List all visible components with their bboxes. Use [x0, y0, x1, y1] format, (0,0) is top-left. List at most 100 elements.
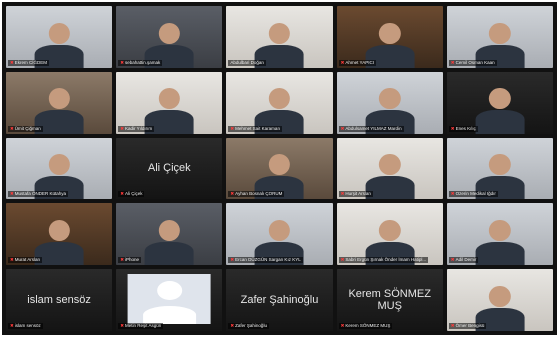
participant-name-text: Enes Kılıç — [455, 125, 476, 131]
participant-name-text: iPhone — [124, 257, 139, 263]
participant-tile[interactable]: ✖ Ayhan Bosnalı ÇORUM — [226, 137, 333, 200]
participant-name-label: ✖ Ekrem CİĞDEM — [8, 59, 50, 66]
participant-name-label: ✖ Ali Çiçek — [118, 191, 145, 198]
microphone-muted-icon: ✖ — [230, 125, 235, 131]
participant-tile[interactable]: islam sensöz ✖ islam sensöz — [6, 269, 113, 331]
participant-tile[interactable]: ✖ Cemil Osman Kaan — [446, 6, 553, 68]
participant-name-text: Sabri Ergün Şırnak Önder İmam Hatipl... — [345, 257, 427, 263]
participant-tile[interactable]: ✖ Adil Demir — [446, 203, 553, 266]
participant-name-display: Ali Çiçek — [147, 162, 191, 175]
participant-video-silhouette — [475, 217, 525, 266]
participant-name-label: ✖ Ahmet YAPICI — [338, 59, 376, 66]
participant-name-label: ✖ Enes Kılıç — [448, 125, 478, 132]
participant-name-text: Abdulbari Doğan — [230, 59, 264, 65]
participant-tile[interactable]: ✖ sebahattin.şamak — [116, 6, 223, 68]
participant-name-label: ✖ Hurşit Arslan — [338, 191, 373, 198]
participant-name-label: ✖ Kadir Yıldırım — [118, 125, 155, 132]
microphone-muted-icon: ✖ — [340, 322, 345, 328]
microphone-muted-icon: ✖ — [10, 125, 14, 131]
participant-name-label: ✖ Cemil Osman Kaan — [448, 59, 497, 66]
participant-name-text: Kadir Yıldırım — [124, 125, 153, 131]
microphone-muted-icon: ✖ — [10, 257, 14, 263]
participant-tile[interactable]: ✖ Sabri Ergün Şırnak Önder İmam Hatipl... — [336, 203, 443, 266]
participant-tile[interactable]: Abdulbari Doğan — [226, 6, 333, 68]
microphone-muted-icon: ✖ — [340, 125, 345, 131]
participant-tile[interactable]: Kerem SÖNMEZ MUŞ ✖ Kerem SÖNMEZ MUŞ — [336, 269, 443, 331]
participant-name-label: ✖ islam sensöz — [8, 322, 43, 329]
microphone-muted-icon: ✖ — [340, 257, 345, 263]
participant-name-label: ✖ Ozerin Medikal Iğdır — [448, 191, 498, 198]
participant-name-text: Ayhan Bosnalı ÇORUM — [235, 191, 283, 197]
participant-name-label: ✖ Mehmet Sait Karaman — [228, 125, 282, 132]
microphone-muted-icon: ✖ — [340, 191, 345, 197]
participant-name-label: ✖ sebahattin.şamak — [118, 59, 163, 66]
participant-name-text: sebahattin.şamak — [124, 59, 161, 65]
participant-tile[interactable]: ✖ Ömer Bengisü — [446, 269, 553, 331]
participant-tile[interactable]: Ali Çiçek ✖ Ali Çiçek — [116, 137, 223, 200]
participant-name-text: Ümit Çiğman — [14, 125, 41, 131]
microphone-muted-icon: ✖ — [450, 59, 455, 65]
microphone-muted-icon: ✖ — [450, 322, 455, 328]
participant-tile[interactable]: ✖ Ümit Çiğman — [6, 71, 113, 134]
participant-name-text: Ömer Bengisü — [455, 322, 485, 328]
microphone-muted-icon: ✖ — [450, 191, 455, 197]
participant-video-silhouette — [475, 85, 525, 134]
participant-name-display: islam sensöz — [27, 294, 91, 307]
participant-name-text: Mustafa ÖNDER Kütahya — [14, 191, 67, 197]
participant-name-text: Hurşit Arslan — [345, 191, 371, 197]
participant-name-text: islam sensöz — [14, 322, 41, 328]
participant-tile[interactable]: ✖ Mustafa ÖNDER Kütahya — [6, 137, 113, 200]
participant-name-label: ✖ Adil Demir — [448, 257, 479, 264]
participant-name-label: ✖ Mustafa ÖNDER Kütahya — [8, 191, 69, 198]
participant-video-silhouette — [144, 217, 194, 266]
video-grid: ✖ Ekrem CİĞDEM ✖ sebahattin.şamak Abdulbari … — [2, 2, 557, 335]
participant-name-label: ✖ Metin Reşit Asgün — [118, 322, 164, 329]
participant-name-text: Cemil Osman Kaan — [455, 59, 495, 65]
microphone-muted-icon: ✖ — [120, 322, 124, 328]
participant-name-text: Murat Arslan — [14, 257, 41, 263]
participant-name-label: ✖ Zafer Şahinoğlu — [228, 322, 269, 329]
participant-name-text: Kerem SÖNMEZ MUŞ — [345, 322, 391, 328]
microphone-muted-icon: ✖ — [450, 257, 455, 263]
participant-name-text: Adil Demir — [455, 257, 477, 263]
participant-tile[interactable]: Zafer Şahinoğlu ✖ Zafer Şahinoğlu — [226, 269, 333, 331]
participant-tile[interactable]: ✖ Ercan DÜZGÜN Sargan Kız KYL — [226, 203, 333, 266]
microphone-muted-icon: ✖ — [10, 59, 14, 65]
participant-name-label: ✖ Abdulsamet YILMAZ Mardin — [338, 125, 404, 132]
microphone-muted-icon: ✖ — [230, 322, 235, 328]
participant-name-display: Kerem SÖNMEZ MUŞ — [348, 288, 431, 313]
participant-tile[interactable]: ✖ iPhone — [116, 203, 223, 266]
participant-name-label: ✖ Ümit Çiğman — [8, 125, 43, 132]
microphone-muted-icon: ✖ — [230, 191, 235, 197]
participant-tile[interactable]: ✖ Metin Reşit Asgün — [116, 269, 223, 331]
participant-name-text: Mehmet Sait Karaman — [235, 125, 280, 131]
microphone-muted-icon: ✖ — [120, 59, 124, 65]
participant-name-text: Ercan DÜZGÜN Sargan Kız KYL — [235, 257, 301, 263]
microphone-muted-icon: ✖ — [120, 257, 124, 263]
participant-tile[interactable]: ✖ Hurşit Arslan — [336, 137, 443, 200]
microphone-muted-icon: ✖ — [230, 257, 235, 263]
microphone-muted-icon: ✖ — [340, 59, 345, 65]
participant-tile[interactable]: ✖ Ahmet YAPICI — [336, 6, 443, 68]
participant-name-text: Ekrem CİĞDEM — [14, 59, 48, 65]
participant-name-text: Ali Çiçek — [124, 191, 143, 197]
microphone-muted-icon: ✖ — [450, 125, 455, 131]
participant-name-label: ✖ iPhone — [118, 257, 141, 264]
participant-name-label: ✖ Ercan DÜZGÜN Sargan Kız KYL — [228, 257, 303, 264]
participant-tile[interactable]: ✖ Ekrem CİĞDEM — [6, 6, 113, 68]
participant-name-display: Zafer Şahinoğlu — [240, 294, 319, 307]
participant-name-label: ✖ Kerem SÖNMEZ MUŞ — [338, 322, 393, 329]
microphone-muted-icon: ✖ — [10, 322, 14, 328]
participant-name-label: ✖ Ayhan Bosnalı ÇORUM — [228, 191, 285, 198]
participant-name-label: ✖ Murat Arslan — [8, 257, 43, 264]
participant-name-text: Abdulsamet YILMAZ Mardin — [345, 125, 402, 131]
participant-name-label: Abdulbari Doğan — [228, 59, 266, 66]
participant-name-label: ✖ Ömer Bengisü — [448, 322, 487, 329]
microphone-muted-icon: ✖ — [120, 125, 124, 131]
participant-tile[interactable]: ✖ Murat Arslan — [6, 203, 113, 266]
participant-tile[interactable]: ✖ Kadir Yıldırım — [116, 71, 223, 134]
participant-tile[interactable]: ✖ Enes Kılıç — [446, 71, 553, 134]
participant-tile[interactable]: ✖ Ozerin Medikal Iğdır — [446, 137, 553, 200]
participant-tile[interactable]: ✖ Mehmet Sait Karaman — [226, 71, 333, 134]
participant-tile[interactable]: ✖ Abdulsamet YILMAZ Mardin — [336, 71, 443, 134]
